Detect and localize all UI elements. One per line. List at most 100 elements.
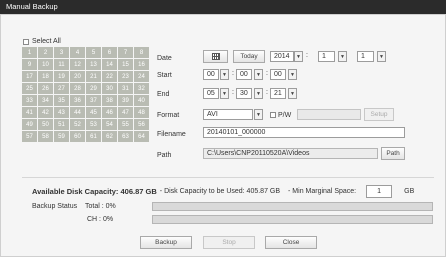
channel-cell[interactable]: 59 [54, 131, 69, 142]
channel-cell[interactable]: 25 [22, 83, 37, 94]
channel-cell[interactable]: 30 [102, 83, 117, 94]
channel-cell[interactable]: 7 [118, 47, 133, 58]
password-field[interactable] [297, 109, 361, 120]
select-all-checkbox[interactable] [23, 38, 29, 45]
start-label: Start [157, 72, 172, 79]
channel-cell[interactable]: 50 [38, 119, 53, 130]
channel-cell[interactable]: 12 [70, 59, 85, 70]
channel-cell[interactable]: 28 [70, 83, 85, 94]
channel-cell[interactable]: 1 [22, 47, 37, 58]
channel-cell[interactable]: 51 [54, 119, 69, 130]
year-field[interactable]: 2014 [270, 51, 294, 62]
start-hour-dropdown[interactable]: ▼ [220, 69, 229, 80]
channel-cell[interactable]: 43 [54, 107, 69, 118]
end-second-dropdown[interactable]: ▼ [288, 88, 297, 99]
calendar-button[interactable] [203, 50, 228, 63]
channel-cell[interactable]: 22 [102, 71, 117, 82]
backup-button[interactable]: Backup [140, 236, 192, 249]
channel-cell[interactable]: 13 [86, 59, 101, 70]
channel-cell[interactable]: 5 [86, 47, 101, 58]
channel-cell[interactable]: 14 [102, 59, 117, 70]
channel-cell[interactable]: 46 [102, 107, 117, 118]
channel-cell[interactable]: 64 [134, 131, 149, 142]
month-field[interactable]: 1 [318, 51, 335, 62]
channel-cell[interactable]: 26 [38, 83, 53, 94]
channel-cell[interactable]: 53 [86, 119, 101, 130]
channel-cell[interactable]: 35 [54, 95, 69, 106]
start-minute-field[interactable]: 00 [236, 69, 252, 80]
channel-cell[interactable]: 15 [118, 59, 133, 70]
channel-cell[interactable]: 10 [38, 59, 53, 70]
start-minute-dropdown[interactable]: ▼ [254, 69, 263, 80]
start-second-field[interactable]: 00 [270, 69, 286, 80]
channel-cell[interactable]: 37 [86, 95, 101, 106]
channel-cell[interactable]: 18 [38, 71, 53, 82]
channel-cell[interactable]: 48 [134, 107, 149, 118]
channel-cell[interactable]: 58 [38, 131, 53, 142]
channel-cell[interactable]: 36 [70, 95, 85, 106]
channel-cell[interactable]: 54 [102, 119, 117, 130]
setup-button[interactable]: Setup [364, 108, 394, 121]
channel-cell[interactable]: 47 [118, 107, 133, 118]
start-second-dropdown[interactable]: ▼ [288, 69, 297, 80]
end-second-field[interactable]: 21 [270, 88, 286, 99]
path-button[interactable]: Path [381, 147, 405, 160]
format-label: Format [157, 112, 180, 119]
channel-cell[interactable]: 49 [22, 119, 37, 130]
channel-cell[interactable]: 9 [22, 59, 37, 70]
filename-input[interactable]: 20140101_000000 [203, 127, 405, 138]
channel-cell[interactable]: 44 [70, 107, 85, 118]
stop-button[interactable]: Stop [203, 236, 255, 249]
min-marginal-space-input[interactable]: 1 [366, 185, 393, 198]
format-select[interactable]: AVI [203, 109, 253, 120]
channel-cell[interactable]: 63 [118, 131, 133, 142]
start-hour-field[interactable]: 00 [203, 69, 219, 80]
channel-cell[interactable]: 27 [54, 83, 69, 94]
channel-cell[interactable]: 2 [38, 47, 53, 58]
channel-cell[interactable]: 62 [102, 131, 117, 142]
channel-cell[interactable]: 4 [70, 47, 85, 58]
format-dropdown[interactable]: ▼ [254, 109, 263, 120]
channel-cell[interactable]: 8 [134, 47, 149, 58]
channel-cell[interactable]: 16 [134, 59, 149, 70]
channel-cell[interactable]: 33 [22, 95, 37, 106]
channel-cell[interactable]: 23 [118, 71, 133, 82]
today-button[interactable]: Today [233, 50, 265, 63]
end-hour-field[interactable]: 05 [203, 88, 219, 99]
channel-cell[interactable]: 32 [134, 83, 149, 94]
channel-cell[interactable]: 57 [22, 131, 37, 142]
password-checkbox[interactable] [270, 112, 276, 118]
year-dropdown[interactable]: ▼ [294, 51, 303, 62]
channel-cell[interactable]: 31 [118, 83, 133, 94]
channel-cell[interactable]: 24 [134, 71, 149, 82]
end-minute-field[interactable]: 30 [236, 88, 252, 99]
chevron-down-icon: ▼ [256, 111, 261, 118]
close-button[interactable]: Close [265, 236, 317, 249]
channel-cell[interactable]: 61 [86, 131, 101, 142]
select-all-toggle[interactable]: Select All [23, 38, 61, 45]
end-hour-dropdown[interactable]: ▼ [220, 88, 229, 99]
channel-cell[interactable]: 60 [70, 131, 85, 142]
channel-cell[interactable]: 38 [102, 95, 117, 106]
channel-cell[interactable]: 55 [118, 119, 133, 130]
channel-cell[interactable]: 34 [38, 95, 53, 106]
channel-cell[interactable]: 39 [118, 95, 133, 106]
channel-cell[interactable]: 3 [54, 47, 69, 58]
channel-cell[interactable]: 6 [102, 47, 117, 58]
channel-cell[interactable]: 41 [22, 107, 37, 118]
end-minute-dropdown[interactable]: ▼ [254, 88, 263, 99]
channel-cell[interactable]: 45 [86, 107, 101, 118]
channel-cell[interactable]: 40 [134, 95, 149, 106]
day-field[interactable]: 1 [357, 51, 374, 62]
channel-cell[interactable]: 20 [70, 71, 85, 82]
month-dropdown[interactable]: ▼ [338, 51, 347, 62]
channel-cell[interactable]: 42 [38, 107, 53, 118]
channel-cell[interactable]: 19 [54, 71, 69, 82]
channel-cell[interactable]: 21 [86, 71, 101, 82]
channel-cell[interactable]: 56 [134, 119, 149, 130]
channel-cell[interactable]: 11 [54, 59, 69, 70]
channel-cell[interactable]: 52 [70, 119, 85, 130]
channel-cell[interactable]: 29 [86, 83, 101, 94]
channel-cell[interactable]: 17 [22, 71, 37, 82]
day-dropdown[interactable]: ▼ [377, 51, 386, 62]
